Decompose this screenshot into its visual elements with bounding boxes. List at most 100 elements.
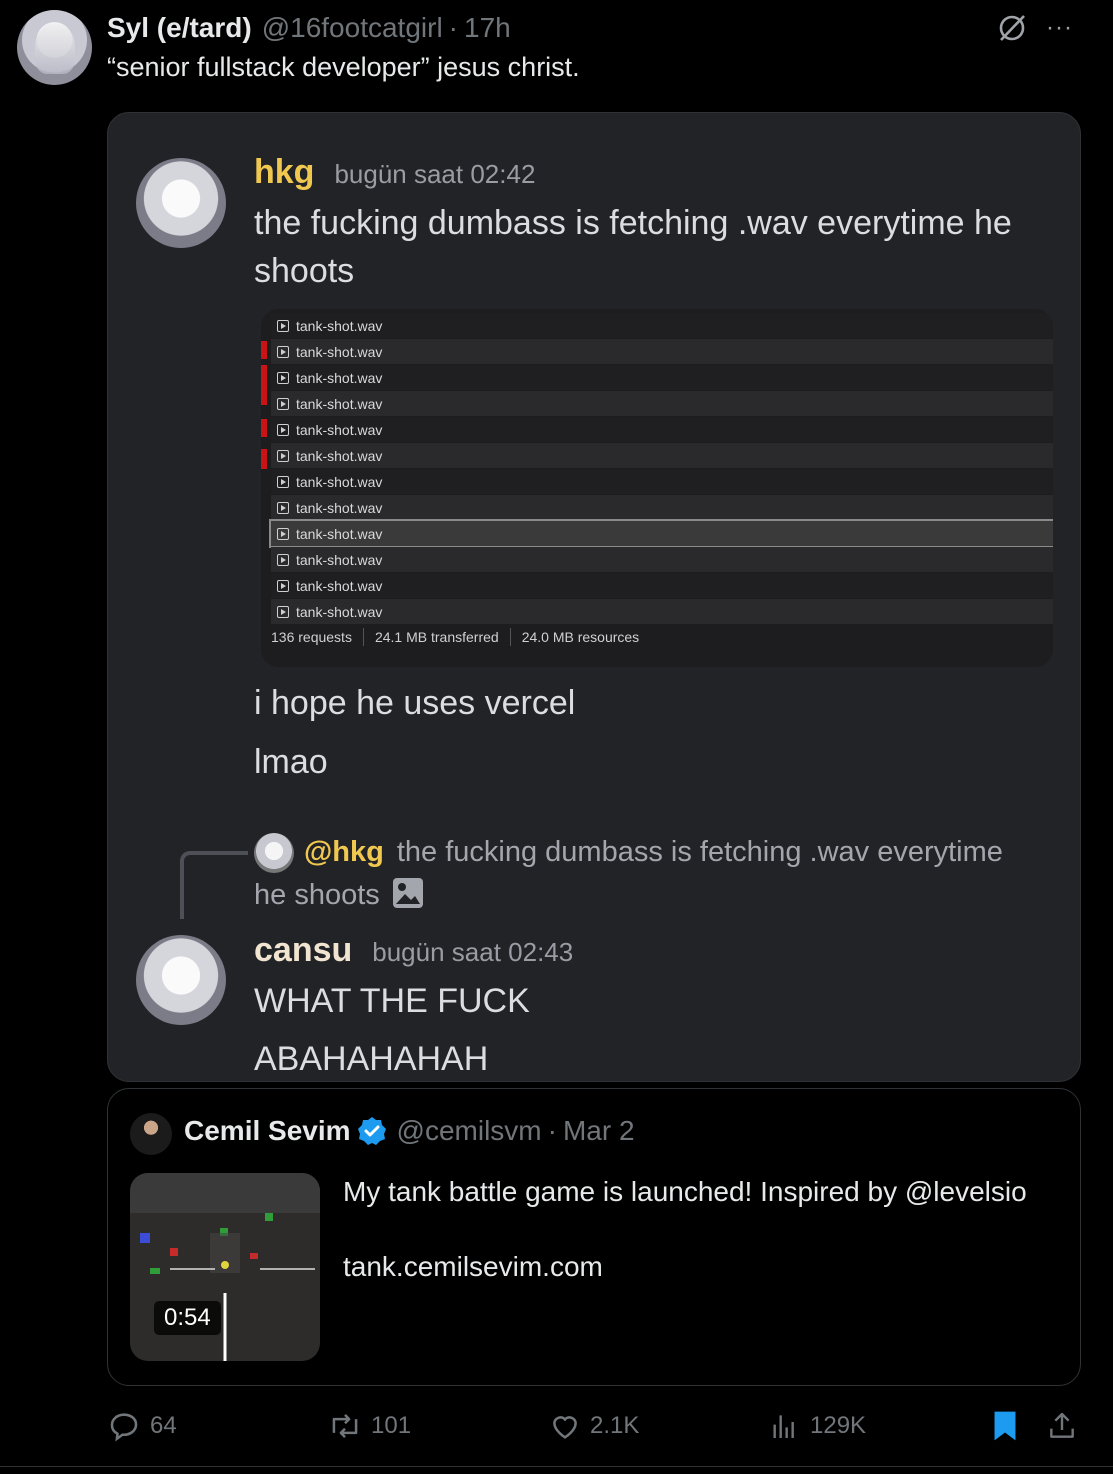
request-filename: tank-shot.wav [296, 499, 383, 516]
reply-line1: the fucking dumbass is fetching .wav eve… [396, 836, 1003, 868]
network-request-row: tank-shot.wav [271, 469, 1053, 494]
request-filename: tank-shot.wav [296, 343, 383, 360]
like-action[interactable]: 2.1K [548, 1404, 639, 1448]
share-button[interactable] [1046, 1404, 1078, 1448]
divider [0, 1466, 1113, 1467]
quote-separator: · [547, 1115, 557, 1146]
tweet-header: Syl (e/tard) @16footcatgirl · 17h [107, 10, 511, 46]
reply-count: 64 [150, 1412, 177, 1439]
tweet-text: “senior fullstack developer” jesus chris… [107, 52, 580, 82]
msg2-line2: ABAHAHAHAH [254, 1040, 489, 1078]
views-count: 129K [810, 1412, 867, 1439]
views-action[interactable]: 129K [768, 1404, 866, 1448]
verified-badge-icon [357, 1116, 387, 1146]
more-options-icon[interactable]: ··· [1046, 14, 1073, 42]
network-request-row: tank-shot.wav [271, 547, 1053, 572]
msg2-author: cansu [254, 931, 353, 969]
msg1-time: bugün saat 02:42 [334, 159, 536, 189]
quote-author-name[interactable]: Cemil Sevim [184, 1115, 351, 1147]
request-filename: tank-shot.wav [296, 525, 383, 542]
msg1-followup1: i hope he uses vercel [254, 684, 576, 722]
file-play-icon [277, 397, 289, 410]
msg2-time: bugün saat 02:43 [372, 937, 574, 967]
hkg-avatar [136, 158, 226, 248]
request-filename: tank-shot.wav [296, 577, 383, 594]
request-filename: tank-shot.wav [296, 421, 383, 438]
video-duration: 0:54 [154, 1301, 221, 1335]
network-request-row: tank-shot.wav [271, 365, 1053, 390]
file-play-icon [277, 449, 289, 462]
discord-screenshot[interactable]: hkg bugün saat 02:42 the fucking dumbass… [107, 112, 1081, 1082]
resources-size: 24.0 MB resources [521, 629, 640, 645]
network-request-row: tank-shot.wav [271, 339, 1053, 364]
network-request-row: tank-shot.wav [271, 391, 1053, 416]
file-play-icon [277, 371, 289, 384]
msg1-header: hkg bugün saat 02:42 [254, 153, 535, 192]
file-play-icon [277, 475, 289, 488]
grok-icon[interactable] [996, 12, 1028, 44]
request-filename: tank-shot.wav [296, 473, 383, 490]
network-request-row: tank-shot.wav [271, 313, 1053, 338]
quoted-tweet[interactable]: Cemil Sevim @cemilsvm · Mar 2 0:54 My ta… [107, 1088, 1081, 1386]
quote-link[interactable]: tank.cemilsevim.com [343, 1248, 1027, 1286]
request-filename: tank-shot.wav [296, 317, 383, 334]
file-play-icon [277, 605, 289, 618]
image-icon [392, 877, 424, 914]
like-icon [553, 1416, 577, 1439]
author-name[interactable]: Syl (e/tard) [107, 12, 252, 44]
reply-icon [110, 1413, 138, 1442]
file-play-icon [277, 319, 289, 332]
network-request-row: tank-shot.wav [271, 443, 1053, 468]
reply-mention: @hkg [304, 836, 384, 868]
network-request-row: tank-shot.wav [271, 417, 1053, 442]
reply-line2: he shoots [254, 879, 380, 911]
msg1-line1: the fucking dumbass is fetching .wav eve… [254, 204, 1012, 242]
quote-date[interactable]: Mar 2 [563, 1115, 635, 1147]
reply-action[interactable]: 64 [107, 1404, 177, 1448]
author-avatar[interactable] [17, 10, 92, 85]
request-filename: tank-shot.wav [296, 551, 383, 568]
reply-preview: @hkg the fucking dumbass is fetching .wa… [254, 832, 1003, 873]
file-play-icon [277, 423, 289, 436]
file-play-icon [277, 553, 289, 566]
bookmark-icon [994, 1411, 1016, 1441]
cansu-avatar [136, 935, 226, 1025]
tweet-time[interactable]: 17h [464, 12, 511, 44]
quote-author-handle[interactable]: @cemilsvm [397, 1115, 542, 1147]
network-panel-image: tank-shot.wav tank-shot.wav tank-shot.wav t… [261, 309, 1053, 667]
msg1-text: the fucking dumbass is fetching .wav eve… [254, 199, 1012, 295]
network-summary: 136 requests 24.1 MB transferred 24.0 MB… [271, 619, 639, 655]
share-icon [1050, 1412, 1074, 1438]
file-play-icon [277, 527, 289, 540]
request-filename: tank-shot.wav [296, 369, 383, 386]
reply-connector [180, 851, 248, 919]
network-request-row: tank-shot.wav [271, 495, 1053, 520]
views-icon [773, 1415, 794, 1438]
repost-count: 101 [371, 1412, 412, 1439]
file-play-icon [277, 579, 289, 592]
reply-line2-row: he shoots [254, 875, 424, 916]
separator-dot: · [448, 12, 458, 43]
file-play-icon [277, 501, 289, 514]
bookmark-button[interactable] [990, 1404, 1020, 1448]
msg1-line2: shoots [254, 252, 355, 290]
requests-count: 136 requests [271, 629, 352, 645]
video-thumbnail[interactable]: 0:54 [130, 1173, 320, 1361]
quote-header: Cemil Sevim @cemilsvm · Mar 2 [184, 1115, 635, 1147]
file-play-icon [277, 345, 289, 358]
author-handle[interactable]: @16footcatgirl [262, 12, 443, 44]
quote-author-avatar[interactable] [130, 1113, 172, 1155]
msg1-followup2: lmao [254, 743, 328, 781]
repost-action[interactable]: 101 [327, 1404, 411, 1448]
repost-icon [332, 1414, 358, 1438]
request-filename: tank-shot.wav [296, 395, 383, 412]
network-request-row: tank-shot.wav [269, 519, 1053, 548]
msg1-author: hkg [254, 153, 315, 191]
transferred-size: 24.1 MB transferred [374, 629, 499, 645]
msg2-line1: WHAT THE FUCK [254, 982, 530, 1020]
quote-text: My tank battle game is launched! Inspire… [343, 1173, 1027, 1286]
like-count: 2.1K [590, 1412, 640, 1439]
reply-avatar [254, 832, 294, 873]
quote-text-line1: My tank battle game is launched! Inspire… [343, 1176, 1027, 1207]
request-filename: tank-shot.wav [296, 603, 383, 620]
